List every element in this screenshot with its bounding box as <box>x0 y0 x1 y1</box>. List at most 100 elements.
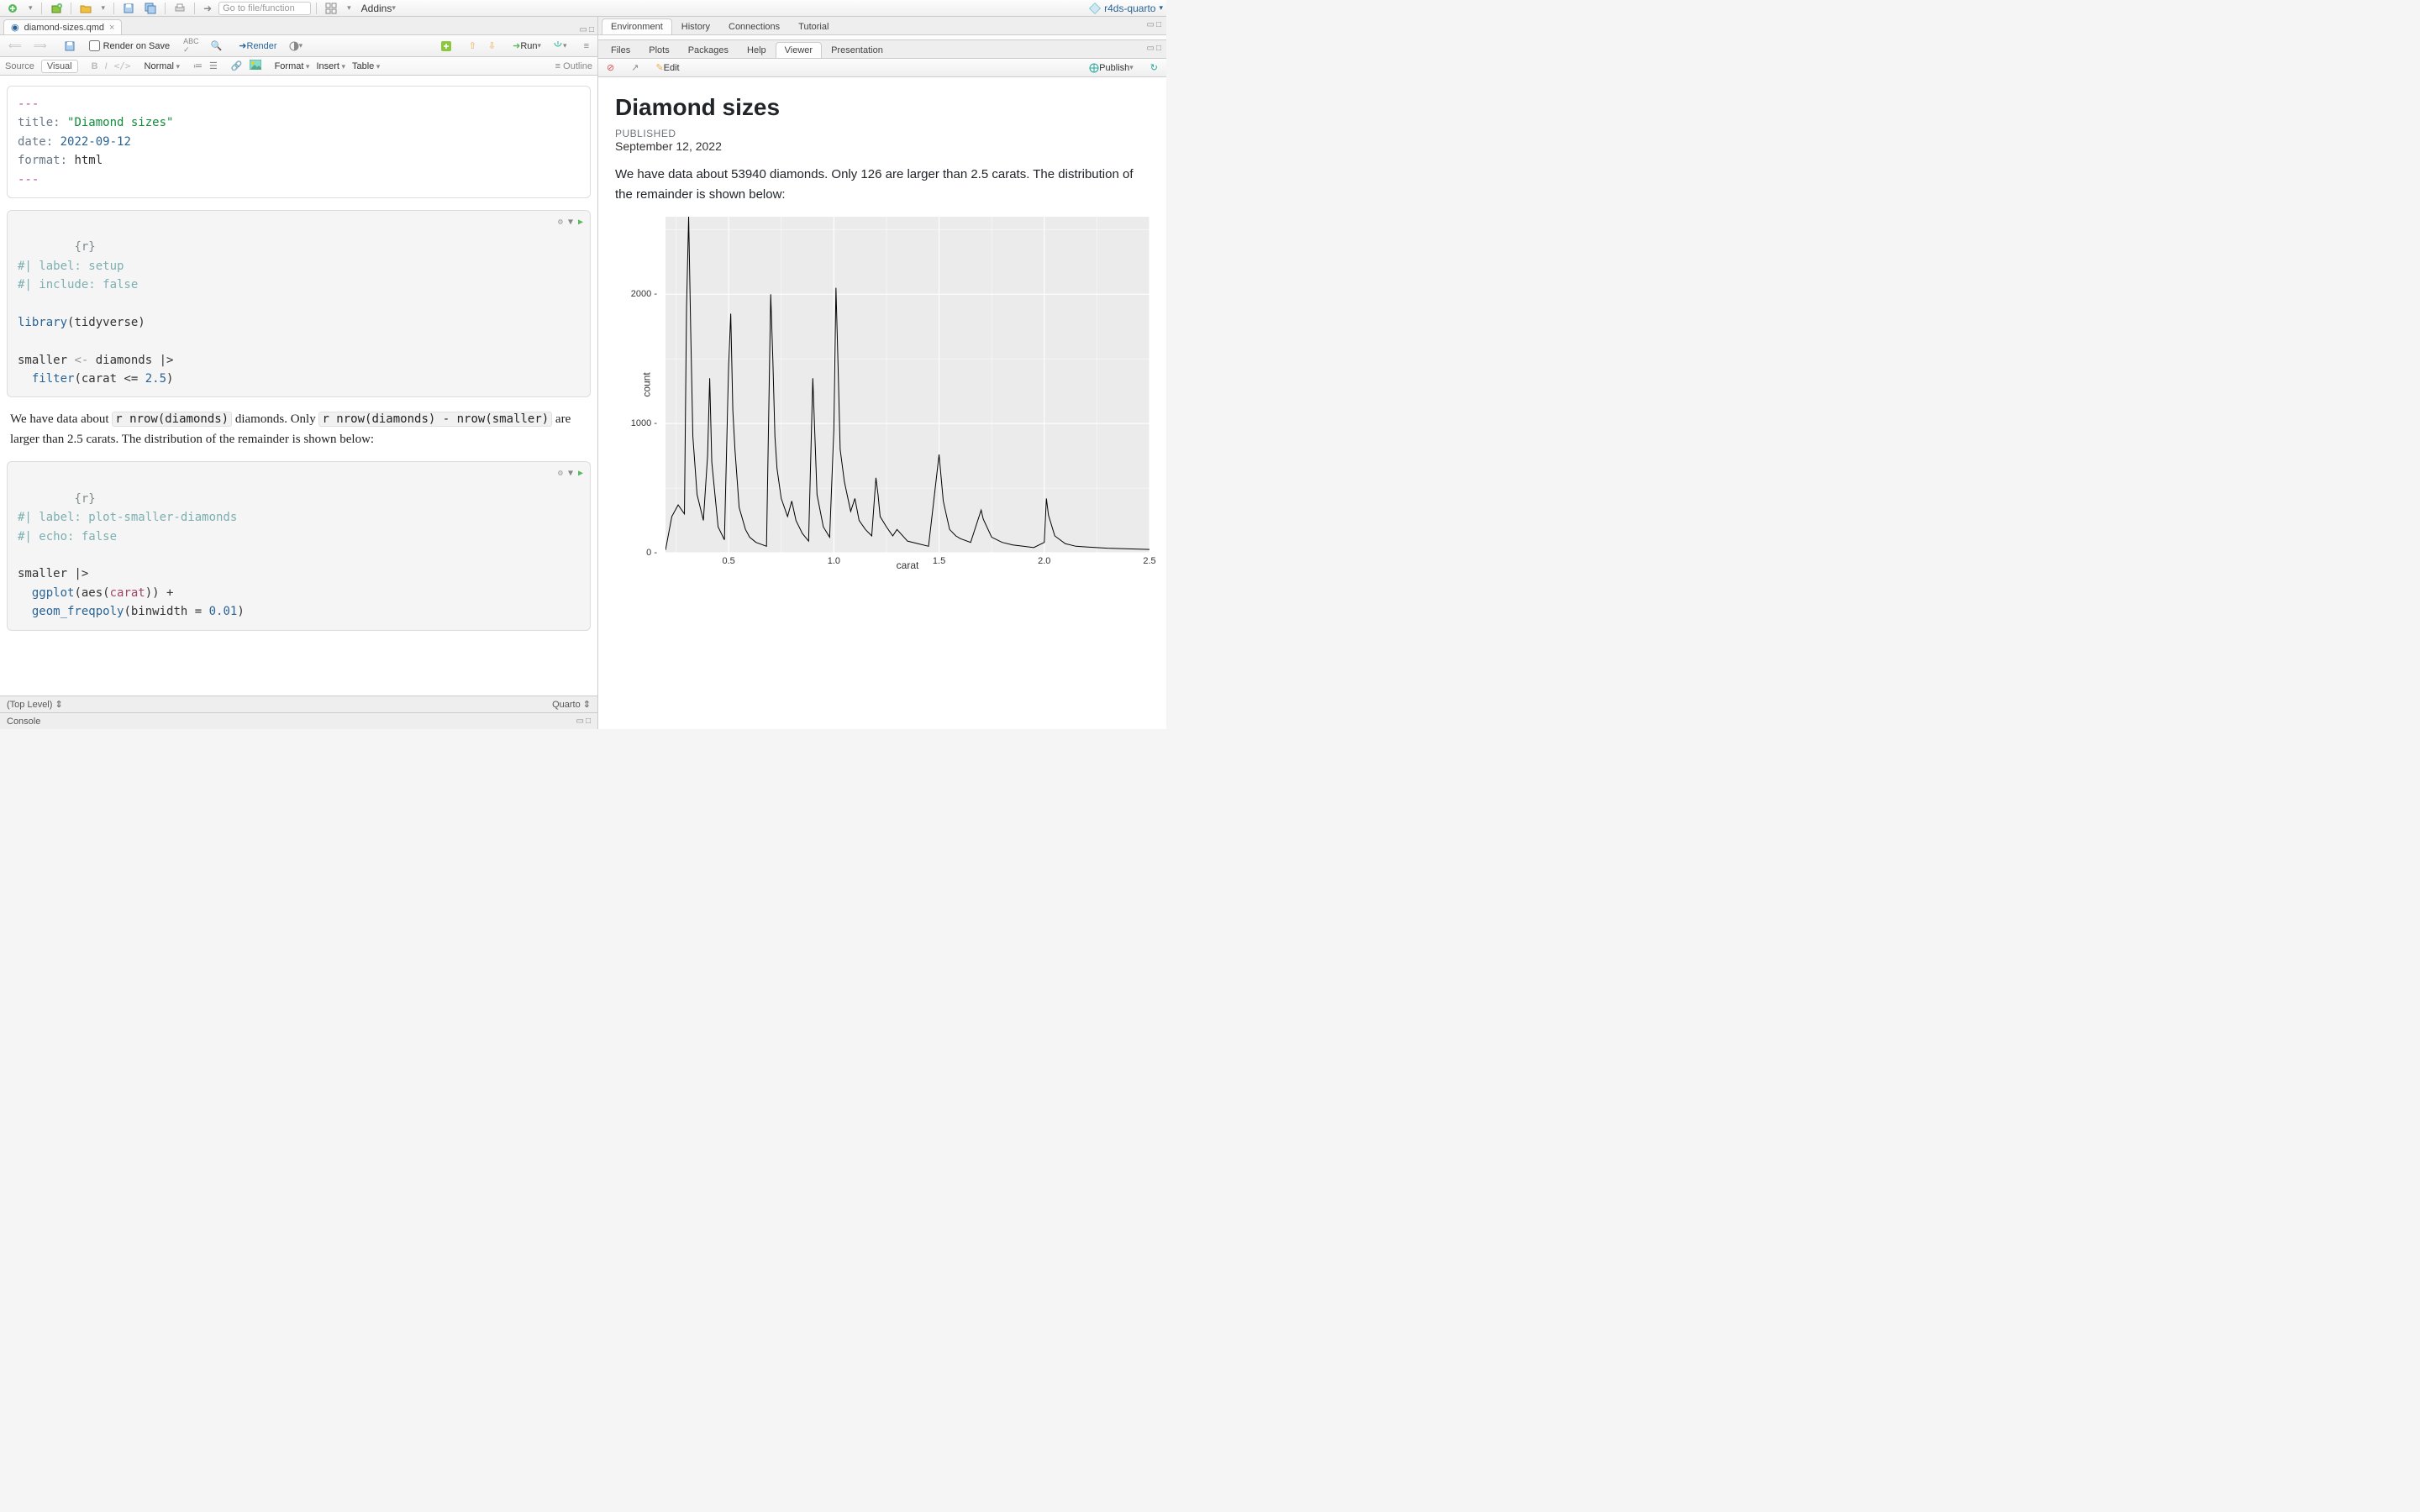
code-chunk-plot[interactable]: ⚙ ▼ ▶ {r} #| label: plot-smaller-diamond… <box>7 461 591 630</box>
run-chunk-icon[interactable]: ▶ <box>578 467 583 480</box>
run-above-icon[interactable]: ▼ <box>568 216 573 229</box>
bullet-list-button[interactable]: ≔ <box>193 60 203 71</box>
source-tab[interactable]: Source <box>5 61 34 71</box>
forward-icon[interactable]: ⟹ <box>30 39 50 52</box>
editor-body[interactable]: --- title: "Diamond sizes" date: 2022-09… <box>0 76 597 696</box>
close-tab-icon[interactable]: × <box>109 23 114 33</box>
tab-connections[interactable]: Connections <box>719 18 789 34</box>
render-options-dropdown[interactable] <box>286 40 307 52</box>
editor-statusbar: (Top Level) ⇕ Quarto ⇕ <box>0 696 597 712</box>
outline-button[interactable]: ≡ Outline <box>555 61 592 71</box>
edit-button[interactable]: ✎ Edit <box>652 61 682 74</box>
render-button[interactable]: ➜ Render <box>235 39 280 52</box>
spellcheck-icon[interactable]: ABC✓ <box>180 36 203 55</box>
run-chunk-icon[interactable]: ▶ <box>578 216 583 229</box>
open-file-icon[interactable] <box>76 2 95 15</box>
tab-help[interactable]: Help <box>738 42 776 58</box>
project-name: r4ds-quarto <box>1104 3 1155 14</box>
style-dropdown[interactable]: Normal <box>145 61 180 71</box>
go-prev-chunk-icon[interactable]: ⇧ <box>466 39 480 52</box>
qmd-file-icon: ◉ <box>11 22 19 33</box>
console-tab[interactable]: Console ▭ □ <box>0 712 597 729</box>
new-file-icon[interactable] <box>3 2 22 15</box>
save-all-icon[interactable] <box>141 2 160 15</box>
panes-dropdown[interactable] <box>344 3 355 13</box>
viewer-body: Diamond sizes PUBLISHED September 12, 20… <box>598 77 1166 729</box>
visual-tab[interactable]: Visual <box>41 60 78 73</box>
lang-selector[interactable]: Quarto ⇕ <box>552 699 591 710</box>
chunk-options-icon[interactable]: ⚙ <box>558 467 563 480</box>
editor-tabbar: ◉ diamond-sizes.qmd × ▭ □ <box>0 17 597 35</box>
scope-selector[interactable]: (Top Level) ⇕ <box>7 699 63 710</box>
project-icon <box>1089 3 1101 14</box>
run-button[interactable]: ➜ Run <box>509 39 544 52</box>
maximize-viewer-icon[interactable]: □ <box>1156 44 1161 53</box>
tab-presentation[interactable]: Presentation <box>822 42 892 58</box>
doc-title: Diamond sizes <box>615 94 1150 121</box>
inline-code: r nrow(diamonds) <box>112 412 232 427</box>
panes-icon[interactable] <box>322 2 340 15</box>
tab-plots[interactable]: Plots <box>639 42 678 58</box>
insert-dropdown[interactable]: Insert <box>316 61 345 71</box>
app-toolbar: ➜ Go to file/function Addins r4ds-quarto… <box>0 0 1166 17</box>
goto-icon[interactable]: ➜ <box>200 2 215 15</box>
tab-environment[interactable]: Environment <box>602 18 672 34</box>
goto-input[interactable]: Go to file/function <box>218 2 311 15</box>
project-menu[interactable]: r4ds-quarto ▾ <box>1089 3 1163 14</box>
numbered-list-button[interactable]: ☰ <box>209 60 218 71</box>
bold-button[interactable]: B <box>92 61 98 71</box>
popout-icon[interactable]: ↗ <box>628 61 642 74</box>
chart-xlabel: carat <box>897 559 919 571</box>
tab-tutorial[interactable]: Tutorial <box>789 18 838 34</box>
inline-code: r nrow(diamonds) - nrow(smaller) <box>318 412 552 427</box>
render-on-save-toggle[interactable]: Render on Save <box>89 40 171 51</box>
print-icon[interactable] <box>171 2 189 15</box>
new-file-dropdown[interactable] <box>25 3 36 13</box>
collapse-all-icon[interactable]: ≡ <box>581 40 592 52</box>
doc-text: We have data about 53940 diamonds. Only … <box>615 165 1150 205</box>
tab-history[interactable]: History <box>672 18 719 34</box>
file-tab-label: diamond-sizes.qmd <box>24 23 104 33</box>
link-button[interactable]: 🔗 <box>231 60 243 71</box>
right-top-tabs: Environment History Connections Tutorial… <box>598 17 1166 35</box>
addins-dropdown[interactable]: Addins <box>358 2 399 15</box>
tab-viewer[interactable]: Viewer <box>776 42 822 58</box>
save-icon[interactable] <box>119 2 138 15</box>
table-dropdown[interactable]: Table <box>352 61 380 71</box>
minimize-console-icon[interactable]: ▭ <box>576 717 584 726</box>
open-recent-dropdown[interactable] <box>98 3 109 13</box>
refresh-icon[interactable]: ↻ <box>1147 61 1161 74</box>
save-file-icon[interactable] <box>60 39 79 53</box>
chunk-options-icon[interactable]: ⚙ <box>558 216 563 229</box>
minimize-pane-icon[interactable]: ▭ <box>580 25 587 34</box>
minimize-viewer-icon[interactable]: ▭ <box>1147 44 1155 53</box>
code-chunk-setup[interactable]: ⚙ ▼ ▶ {r} #| label: setup #| include: fa… <box>7 210 591 398</box>
format-dropdown[interactable]: Format <box>275 61 310 71</box>
code-button[interactable]: </> <box>114 60 131 71</box>
chart-ylabel: count <box>640 372 652 396</box>
find-icon[interactable]: 🔍 <box>208 39 226 52</box>
maximize-pane-icon[interactable]: □ <box>589 25 594 34</box>
italic-button[interactable]: I <box>105 61 108 71</box>
yaml-block[interactable]: --- title: "Diamond sizes" date: 2022-09… <box>7 86 591 198</box>
tab-files[interactable]: Files <box>602 42 639 58</box>
run-above-icon[interactable]: ▼ <box>568 467 573 480</box>
minimize-env-icon[interactable]: ▭ <box>1147 20 1155 29</box>
remove-icon[interactable]: ⊘ <box>603 61 618 74</box>
prose-paragraph[interactable]: We have data about r nrow(diamonds) diam… <box>10 409 587 449</box>
right-bottom-tabs: Files Plots Packages Help Viewer Present… <box>598 40 1166 59</box>
editor-toolbar-2: Source Visual B I </> Normal ≔ ☰ 🔗 Forma… <box>0 57 597 76</box>
publish-button[interactable]: Publish <box>1086 62 1137 74</box>
viewer-toolbar: ⊘ ↗ ✎ Edit Publish ↻ <box>598 59 1166 77</box>
new-project-icon[interactable] <box>47 2 66 15</box>
image-button[interactable] <box>250 60 261 72</box>
published-date: September 12, 2022 <box>615 139 1150 153</box>
insert-chunk-icon[interactable] <box>437 39 455 53</box>
back-icon[interactable]: ⟸ <box>5 39 25 52</box>
maximize-console-icon[interactable]: □ <box>586 717 591 726</box>
go-next-chunk-icon[interactable]: ⇩ <box>485 39 499 52</box>
file-tab[interactable]: ◉ diamond-sizes.qmd × <box>3 19 122 34</box>
chunk-output-dropdown[interactable] <box>550 40 571 52</box>
maximize-env-icon[interactable]: □ <box>1156 20 1161 29</box>
tab-packages[interactable]: Packages <box>679 42 738 58</box>
